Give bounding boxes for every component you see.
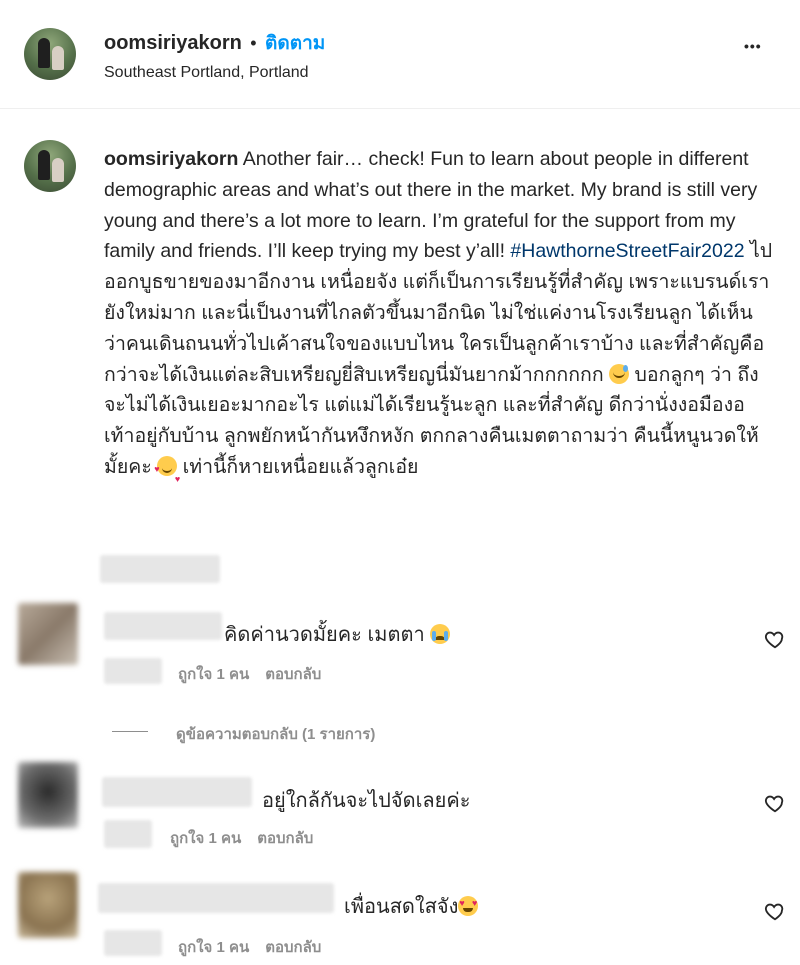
heart-eyes-emoji-icon: ♥ ♥ [458,896,479,916]
view-replies-line [112,731,148,732]
commenter-username-redacted[interactable] [102,777,252,807]
comment-1-text: คิดค่านวดมั้ยคะ เมตตา [224,624,425,646]
post-caption: oomsiriyakorn Another fair… check! Fun t… [104,144,774,484]
caption-text-th-3: เท่านี้ก็หายเหนื่อยแล้วลูกเอ๋ย [177,455,419,478]
comment-timestamp-redacted [104,930,162,956]
reply-button[interactable]: ตอบกลับ [257,830,313,847]
hashtag-link[interactable]: #HawthorneStreetFair2022 [510,240,744,262]
post-author-avatar[interactable] [24,28,76,80]
caption-author-avatar[interactable] [24,140,76,192]
follow-button[interactable]: ติดตาม [265,33,325,54]
caption-timestamp-redacted [100,555,220,583]
comment-2-text: อยู่ใกล้กันจะไปจัดเลยค่ะ [262,790,471,812]
view-replies-button[interactable]: ดูข้อความตอบกลับ (1 รายการ) [176,722,375,746]
comment-text: เพื่อนสดใสจัง ♥ ♥ [344,890,479,922]
comment-timestamp-redacted [104,820,152,848]
comment-meta: ถูกใจ 1 คน ตอบกลับ [178,662,337,686]
header-separator: • [250,33,257,53]
sweat-smile-emoji-icon [609,363,630,384]
commenter-username-redacted[interactable] [98,883,334,913]
like-heart-icon[interactable] [764,792,786,814]
caption-username[interactable]: oomsiriyakorn [104,148,238,170]
comment-avatar[interactable] [18,762,78,828]
comment-likes[interactable]: ถูกใจ 1 คน [178,939,249,956]
comment-likes[interactable]: ถูกใจ 1 คน [170,830,241,847]
comment-avatar[interactable] [18,603,78,665]
like-heart-icon[interactable] [764,900,786,922]
comment-avatar[interactable] [18,872,78,938]
reply-button[interactable]: ตอบกลับ [265,666,321,683]
crying-face-emoji-icon [430,624,451,644]
comment-text: คิดค่านวดมั้ยคะ เมตตา [224,618,451,650]
smiling-hearts-emoji-icon: ♥ ♥ [154,455,180,484]
comment-meta: ถูกใจ 1 คน ตอบกลับ [178,935,337,959]
header-username[interactable]: oomsiriyakorn [104,32,242,54]
comment-likes[interactable]: ถูกใจ 1 คน [178,666,249,683]
reply-button[interactable]: ตอบกลับ [265,939,321,956]
header-divider [0,108,800,109]
commenter-username-redacted[interactable] [104,612,222,640]
comment-3-text: เพื่อนสดใสจัง [344,896,459,918]
comment-timestamp-redacted [104,658,162,684]
comment-meta: ถูกใจ 1 คน ตอบกลับ [170,826,329,850]
post-location[interactable]: Southeast Portland, Portland [104,64,309,82]
like-heart-icon[interactable] [764,628,786,650]
post-header: oomsiriyakorn • ติดตาม [104,28,325,58]
more-options-icon[interactable]: ••• [744,38,762,54]
